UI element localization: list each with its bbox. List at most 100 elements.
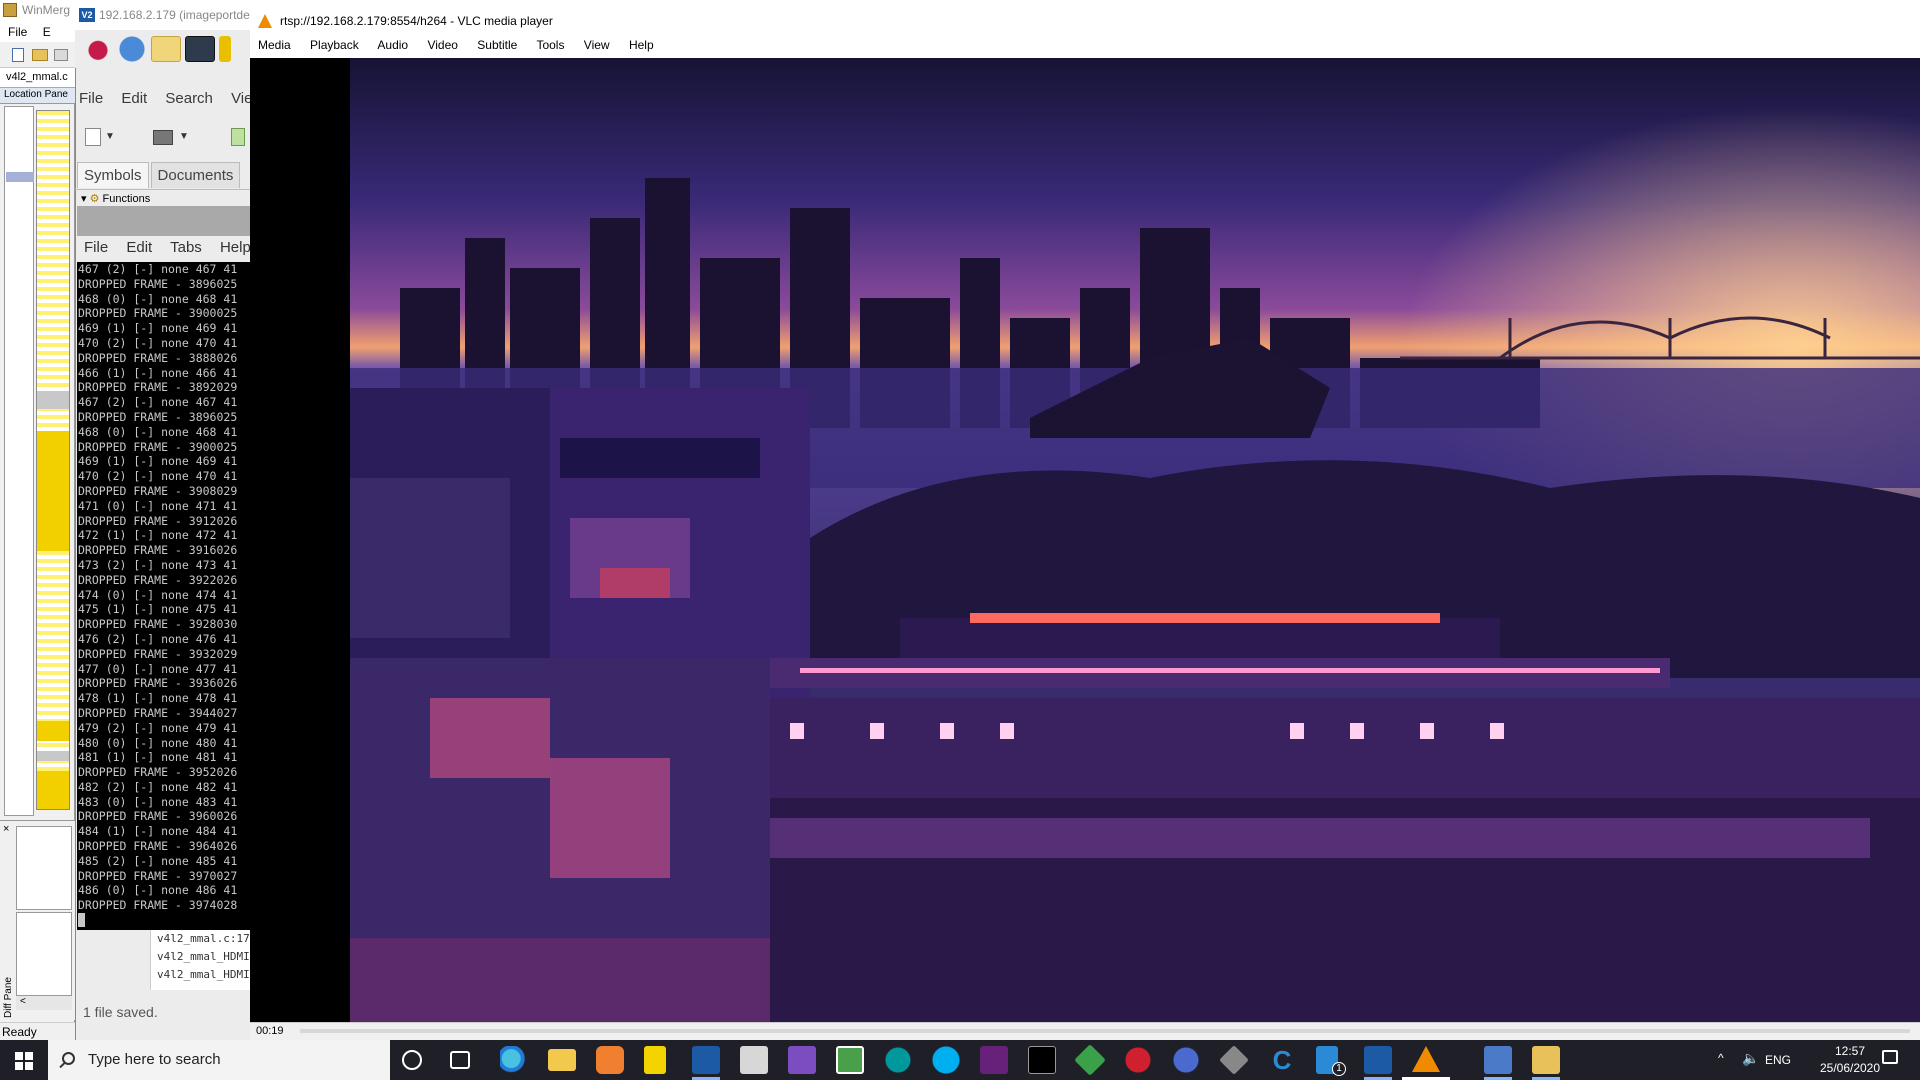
terminal-menu-tabs[interactable]: Tabs: [170, 239, 202, 256]
file-app-icon[interactable]: 1: [1316, 1046, 1346, 1076]
terminal-line: 473 (2) [-] none 473 41: [78, 557, 238, 572]
location-pane-diff-strip[interactable]: [36, 110, 70, 810]
diff-pane-left[interactable]: [16, 826, 72, 910]
winmerge-file-tab[interactable]: v4l2_mmal.c: [0, 68, 75, 88]
winmerge-menu-edit[interactable]: E: [43, 25, 51, 39]
vlc-menu-subtitle[interactable]: Subtitle: [477, 38, 517, 52]
search-placeholder: Type here to search: [88, 1051, 221, 1068]
functions-tree-node[interactable]: ▾ ⚙ Functions: [75, 192, 250, 206]
open-file-icon[interactable]: [153, 130, 173, 145]
skype-icon[interactable]: [932, 1046, 960, 1074]
terminal-titlebar[interactable]: [77, 206, 250, 236]
open-folder-icon[interactable]: [32, 49, 48, 61]
extra-app-icon[interactable]: [219, 36, 231, 62]
terminal-line: 468 (0) [-] none 468 41: [78, 424, 238, 439]
blue-app-icon[interactable]: [1172, 1046, 1200, 1074]
winmerge-menu-file[interactable]: File: [8, 25, 27, 39]
terminal-menu-edit[interactable]: Edit: [126, 239, 152, 256]
command-prompt-icon[interactable]: [1028, 1046, 1056, 1074]
edge-icon[interactable]: [500, 1046, 528, 1074]
vnc-viewer-icon-2[interactable]: [1364, 1046, 1392, 1074]
list-item[interactable]: v4l2_mmal_HDMI: [157, 966, 250, 984]
clock[interactable]: 12:57 25/06/2020: [1817, 1043, 1883, 1077]
notifications-icon[interactable]: [1882, 1050, 1898, 1064]
chevron-down-icon[interactable]: ▼: [179, 131, 189, 142]
terminal-line: DROPPED FRAME - 3922026: [78, 572, 238, 587]
location-pane-left-bar[interactable]: [4, 106, 34, 816]
vlc-menu-video[interactable]: Video: [427, 38, 457, 52]
terminal-menubar: File Edit Tabs Help: [77, 236, 250, 262]
vnc-title: 192.168.2.179 (imageportdev: [99, 8, 250, 22]
geany-sidebar-tabs: Symbols Documents: [75, 162, 250, 190]
terminal-output[interactable]: 467 (2) [-] none 467 41 DROPPED FRAME - 3…: [77, 262, 250, 930]
vnc-viewer-icon[interactable]: [692, 1046, 720, 1074]
notes-app-icon[interactable]: [644, 1046, 666, 1074]
vlc-menu-view[interactable]: View: [584, 38, 610, 52]
remote-desktop-icon[interactable]: [1484, 1046, 1512, 1074]
vlc-titlebar[interactable]: rtsp://192.168.2.179:8554/h264 - VLC med…: [250, 0, 1920, 34]
video-frame: [250, 58, 1920, 1022]
location-pane-viewport-indicator[interactable]: [6, 172, 34, 182]
file-manager-icon[interactable]: [151, 36, 181, 62]
windows-logo-icon: [15, 1052, 23, 1060]
vlc-menu-playback[interactable]: Playback: [310, 38, 359, 52]
diff-pane-scrollbar[interactable]: <: [16, 996, 72, 1010]
taskbar-search[interactable]: Type here to search: [48, 1040, 390, 1080]
terminal-icon[interactable]: [185, 36, 215, 62]
tools-app-icon[interactable]: [740, 1046, 768, 1074]
save-icon[interactable]: [231, 128, 245, 146]
vnc-titlebar[interactable]: V2 192.168.2.179 (imageportdev: [75, 0, 250, 30]
terminal-menu-help[interactable]: Help: [220, 239, 250, 256]
cortana-icon[interactable]: [402, 1050, 422, 1070]
tab-symbols[interactable]: Symbols: [77, 162, 149, 188]
diff-pane-right[interactable]: [16, 912, 72, 996]
list-item[interactable]: v4l2_mmal.c:17: [157, 930, 250, 948]
terminal-line: 475 (1) [-] none 475 41: [78, 602, 238, 617]
new-document-icon[interactable]: [85, 128, 101, 146]
geany-menu-search[interactable]: Search: [165, 90, 213, 107]
save-icon[interactable]: [54, 49, 68, 61]
visual-studio-alt-icon[interactable]: [980, 1046, 1008, 1074]
file-explorer-icon[interactable]: [548, 1049, 576, 1071]
scroll-left-arrow-icon[interactable]: <: [20, 996, 26, 1007]
functions-icon: ⚙: [89, 193, 100, 205]
tab-documents[interactable]: Documents: [150, 162, 241, 188]
vlc-menu-help[interactable]: Help: [629, 38, 654, 52]
expand-arrow-icon[interactable]: ▾: [81, 193, 90, 205]
arduino-icon[interactable]: [884, 1046, 912, 1074]
notepadpp-icon[interactable]: [836, 1046, 864, 1074]
vlc-title: rtsp://192.168.2.179:8554/h264 - VLC med…: [280, 14, 553, 28]
terminal-menu-file[interactable]: File: [84, 239, 108, 256]
winmerge-titlebar[interactable]: WinMerg: [0, 0, 75, 22]
winmerge-taskbar-icon[interactable]: [1532, 1046, 1560, 1074]
task-view-icon[interactable]: [450, 1051, 470, 1069]
vlc-video-area[interactable]: [250, 58, 1920, 1022]
c-app-icon[interactable]: C: [1268, 1046, 1296, 1074]
vlc-menu-media[interactable]: Media: [258, 38, 291, 52]
diff-pane-close-icon[interactable]: ×: [3, 823, 9, 835]
raspberry-menu-icon[interactable]: [83, 36, 113, 62]
visual-studio-icon[interactable]: [788, 1046, 816, 1074]
geany-menu-edit[interactable]: Edit: [121, 90, 147, 107]
start-button[interactable]: [0, 1040, 48, 1080]
new-file-icon[interactable]: [12, 48, 24, 62]
volume-icon[interactable]: 🔈: [1742, 1050, 1759, 1067]
terminal-line: 467 (2) [-] none 467 41: [78, 395, 238, 410]
language-indicator[interactable]: ENG: [1765, 1053, 1791, 1067]
web-browser-icon[interactable]: [117, 36, 147, 62]
vlc-menu-audio[interactable]: Audio: [377, 38, 408, 52]
terminal-line: 483 (0) [-] none 483 41: [78, 794, 238, 809]
vlc-menu-tools[interactable]: Tools: [536, 38, 564, 52]
vlc-taskbar-icon[interactable]: [1412, 1046, 1440, 1072]
terminal-line: 486 (0) [-] none 486 41: [78, 883, 238, 898]
show-hidden-icons-icon[interactable]: ^: [1718, 1051, 1724, 1065]
chevron-down-icon[interactable]: ▼: [105, 131, 115, 142]
red-app-icon[interactable]: [1124, 1046, 1152, 1074]
diff-pane-label-wrap: Diff Pane: [2, 960, 16, 1020]
geany-menu-file[interactable]: File: [79, 90, 103, 107]
vlc-seek-slider[interactable]: [300, 1029, 1910, 1033]
media-app-icon[interactable]: [596, 1046, 624, 1074]
diff-block-moved: [37, 751, 69, 761]
list-item[interactable]: v4l2_mmal_HDMI: [157, 948, 250, 966]
geany-menu-view[interactable]: View: [231, 90, 250, 107]
